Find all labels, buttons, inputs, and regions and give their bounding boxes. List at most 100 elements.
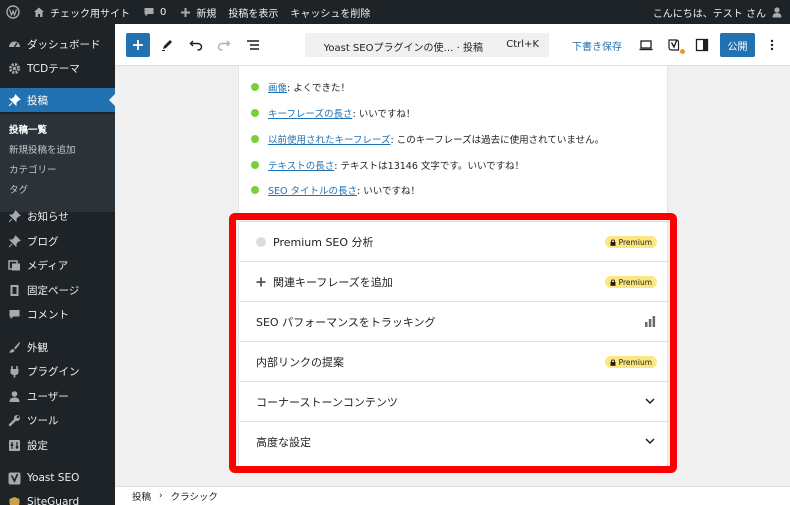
menu-label: Yoast SEO <box>27 472 80 484</box>
block-breadcrumb: 投稿 › クラシック <box>115 486 790 505</box>
menu-tcd-theme[interactable]: TCDテーマ <box>0 56 115 80</box>
view-post-link[interactable]: 投稿を表示 <box>222 0 284 24</box>
seo-check-previous-keyphrase: 以前使用されたキーフレーズ: このキーフレーズは過去に使用されていません。 <box>251 132 604 146</box>
new-label: 新規 <box>196 8 217 20</box>
greeting: こんにちは、テスト さん <box>652 8 766 20</box>
redo-icon <box>217 38 231 52</box>
yoast-icon <box>667 38 681 52</box>
menu-label: ダッシュボード <box>27 38 101 51</box>
account-menu[interactable]: こんにちは、テスト さん <box>647 0 790 24</box>
check-text: : テキストは13146 文字です。いいですね！ <box>334 161 525 172</box>
menu-comments[interactable]: コメント <box>0 302 115 326</box>
menu-plugins[interactable]: プラグイン <box>0 359 115 383</box>
menu-label: 固定ページ <box>27 284 80 297</box>
check-link[interactable]: テキストの長さ <box>268 161 334 172</box>
check-text: : よくできた！ <box>287 83 350 94</box>
menu-pages[interactable]: 固定ページ <box>0 278 115 302</box>
purge-cache-link[interactable]: キャッシュを削除 <box>284 0 376 24</box>
shield-icon <box>7 495 21 505</box>
seo-check-image: 画像: よくできた！ <box>251 80 350 94</box>
seo-check-keyphrase-length: キーフレーズの長さ: いいですね！ <box>251 106 415 120</box>
menu-appearance[interactable]: 外観 <box>0 335 115 359</box>
submenu-all-posts[interactable]: 投稿一覧 <box>9 122 47 136</box>
view-post-label: 投稿を表示 <box>228 8 279 20</box>
menu-label: 外観 <box>27 341 48 354</box>
menu-blog[interactable]: ブログ <box>0 229 115 253</box>
menu-label: ツール <box>27 414 59 427</box>
menu-posts[interactable]: 投稿 <box>0 88 115 112</box>
menu-yoast-seo[interactable]: Yoast SEO <box>0 466 115 490</box>
media-icon <box>7 258 21 272</box>
purge-cache-label: キャッシュを削除 <box>290 8 371 20</box>
options-button[interactable] <box>760 33 784 57</box>
good-status-dot <box>251 135 259 143</box>
submenu-tags[interactable]: タグ <box>9 182 28 196</box>
preview-button[interactable] <box>634 33 658 57</box>
gear-icon <box>7 61 21 75</box>
comment-icon <box>7 307 21 321</box>
pin-icon <box>7 93 21 107</box>
wrench-icon <box>7 413 21 427</box>
breadcrumb-post[interactable]: 投稿 <box>132 489 151 503</box>
settings-sidebar-button[interactable] <box>690 33 714 57</box>
menu-label: プラグイン <box>27 365 80 378</box>
menu-label: お知らせ <box>27 210 69 223</box>
page-icon <box>7 283 21 297</box>
check-link[interactable]: 以前使用されたキーフレーズ <box>268 135 390 146</box>
seo-check-text-length: テキストの長さ: テキストは13146 文字です。いいですね！ <box>251 158 524 172</box>
menu-users[interactable]: ユーザー <box>0 384 115 408</box>
submenu-categories[interactable]: カテゴリー <box>9 162 57 176</box>
pin-icon <box>7 209 21 223</box>
document-title: Yoast SEOプラグインの使… · 投稿 <box>323 43 483 54</box>
check-text: : いいですね！ <box>352 109 416 120</box>
redo-button[interactable] <box>212 33 236 57</box>
undo-button[interactable] <box>184 33 208 57</box>
user-icon <box>7 389 21 403</box>
good-status-dot <box>251 186 259 194</box>
menu-dashboard[interactable]: ダッシュボード <box>0 32 115 56</box>
block-inserter-button[interactable] <box>126 33 150 57</box>
shortcut-hint: Ctrl+K <box>506 39 539 50</box>
dashboard-icon <box>7 37 21 51</box>
document-overview-button[interactable] <box>241 33 265 57</box>
yoast-icon <box>7 471 21 485</box>
site-name-link[interactable]: チェック用サイト <box>26 0 136 24</box>
comment-icon <box>142 5 156 19</box>
check-text: : いいですね！ <box>357 186 420 197</box>
plugin-icon <box>7 364 21 378</box>
menu-label: 投稿 <box>27 94 48 107</box>
avatar-icon <box>770 5 784 19</box>
breadcrumb-separator: › <box>159 491 163 501</box>
menu-siteguard[interactable]: SiteGuard <box>0 490 115 505</box>
menu-news[interactable]: お知らせ <box>0 204 115 228</box>
new-content-link[interactable]: 新規 <box>172 0 222 24</box>
check-link[interactable]: SEO タイトルの長さ <box>268 186 357 197</box>
comments-count: 0 <box>160 6 167 18</box>
more-vertical-icon <box>765 38 779 52</box>
publish-button[interactable]: 公開 <box>720 33 755 57</box>
wp-logo-button[interactable] <box>0 0 26 24</box>
check-link[interactable]: キーフレーズの長さ <box>268 109 352 120</box>
check-text: : このキーフレーズは過去に使用されていません。 <box>390 135 605 146</box>
menu-label: SiteGuard <box>27 496 80 505</box>
seo-check-title-length: SEO タイトルの長さ: いいですね！ <box>251 183 420 197</box>
yoast-status-dot <box>680 49 685 54</box>
breadcrumb-classic[interactable]: クラシック <box>171 489 218 503</box>
menu-label: TCDテーマ <box>27 62 80 75</box>
menu-tools[interactable]: ツール <box>0 408 115 432</box>
menu-label: コメント <box>27 308 69 321</box>
command-palette-bar[interactable]: Yoast SEOプラグインの使… · 投稿 Ctrl+K <box>305 33 549 57</box>
menu-settings[interactable]: 設定 <box>0 433 115 457</box>
editor-toolbar: Yoast SEOプラグインの使… · 投稿 Ctrl+K 下書き保存 公開 <box>115 24 790 66</box>
yoast-sidebar-button[interactable] <box>662 33 686 57</box>
comments-link[interactable]: 0 <box>136 0 172 24</box>
save-draft-button[interactable]: 下書き保存 <box>572 38 622 53</box>
tools-button[interactable] <box>155 33 179 57</box>
check-link[interactable]: 画像 <box>268 83 287 94</box>
menu-label: ユーザー <box>27 390 69 403</box>
menu-media[interactable]: メディア <box>0 253 115 277</box>
admin-sidebar: ダッシュボード TCDテーマ 投稿 投稿一覧 新規投稿を追加 カテゴリー タグ … <box>0 24 115 505</box>
wordpress-logo-icon <box>6 5 20 19</box>
pencil-icon <box>160 38 174 52</box>
submenu-add-new[interactable]: 新規投稿を追加 <box>9 142 76 156</box>
